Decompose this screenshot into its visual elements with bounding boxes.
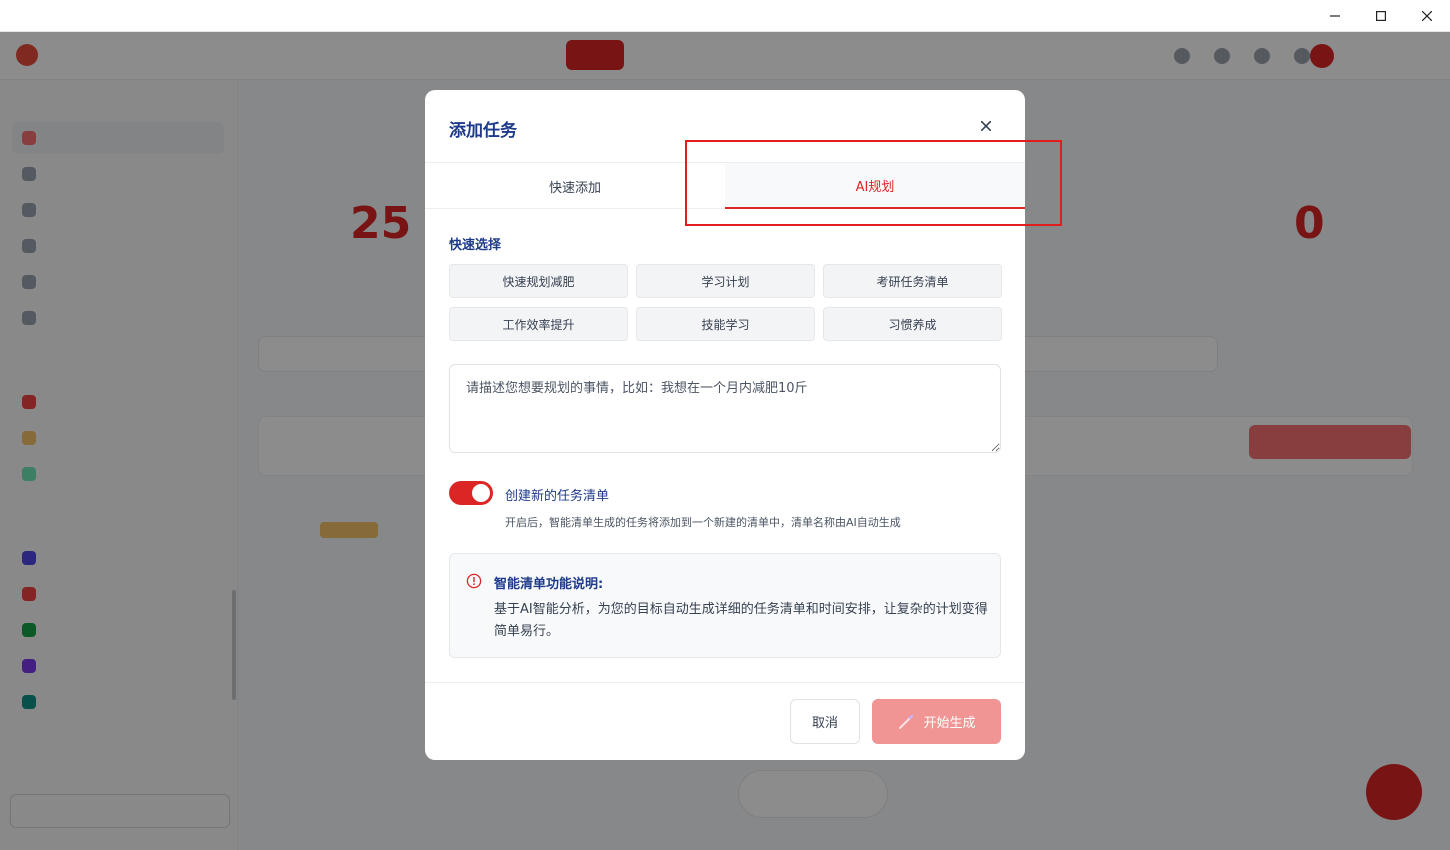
window-titlebar [0, 0, 1450, 32]
window-close-button[interactable] [1404, 0, 1450, 32]
minimize-button[interactable] [1312, 0, 1358, 32]
quick-option-work-efficiency[interactable]: 工作效率提升 [449, 307, 628, 341]
plan-description-input[interactable] [449, 364, 1001, 453]
create-list-hint: 开启后，智能清单生成的任务将添加到一个新建的清单中，清单名称由AI自动生成 [505, 516, 901, 529]
create-list-toggle[interactable] [449, 481, 493, 505]
quick-option-weight-loss[interactable]: 快速规划减肥 [449, 264, 628, 298]
cancel-button[interactable]: 取消 [790, 699, 860, 744]
quick-option-exam-tasks[interactable]: 考研任务清单 [823, 264, 1002, 298]
quick-select-label: 快速选择 [449, 238, 502, 253]
quick-option-study-plan[interactable]: 学习计划 [636, 264, 815, 298]
quick-select-options: 快速规划减肥 学习计划 考研任务清单 工作效率提升 技能学习 习惯养成 [449, 264, 1002, 341]
start-generate-label: 开始生成 [923, 716, 976, 731]
window-controls [1312, 0, 1450, 32]
quick-option-habit-building[interactable]: 习惯养成 [823, 307, 1002, 341]
footer-divider [425, 682, 1025, 683]
start-generate-button[interactable]: 开始生成 [872, 699, 1001, 744]
dialog-close-button[interactable] [977, 117, 995, 135]
minimize-icon [1330, 15, 1340, 17]
annotation-highlight-box [685, 140, 1062, 226]
info-icon [466, 573, 482, 589]
info-panel: 智能清单功能说明: 基于AI智能分析，为您的目标自动生成详细的任务清单和时间安排… [449, 553, 1001, 658]
toggle-knob [472, 484, 490, 502]
info-body: 基于AI智能分析，为您的目标自动生成详细的任务清单和时间安排，让复杂的计划变得简… [494, 602, 988, 639]
maximize-icon [1376, 11, 1386, 21]
magic-wand-icon [899, 714, 914, 729]
tab-quick-add[interactable]: 快速添加 [425, 163, 725, 209]
info-title: 智能清单功能说明: [494, 577, 604, 592]
close-icon [981, 121, 991, 131]
create-list-toggle-label: 创建新的任务清单 [505, 489, 610, 504]
maximize-button[interactable] [1358, 0, 1404, 32]
close-icon [1422, 11, 1432, 21]
quick-option-skill-learning[interactable]: 技能学习 [636, 307, 815, 341]
dialog-title: 添加任务 [449, 121, 517, 141]
